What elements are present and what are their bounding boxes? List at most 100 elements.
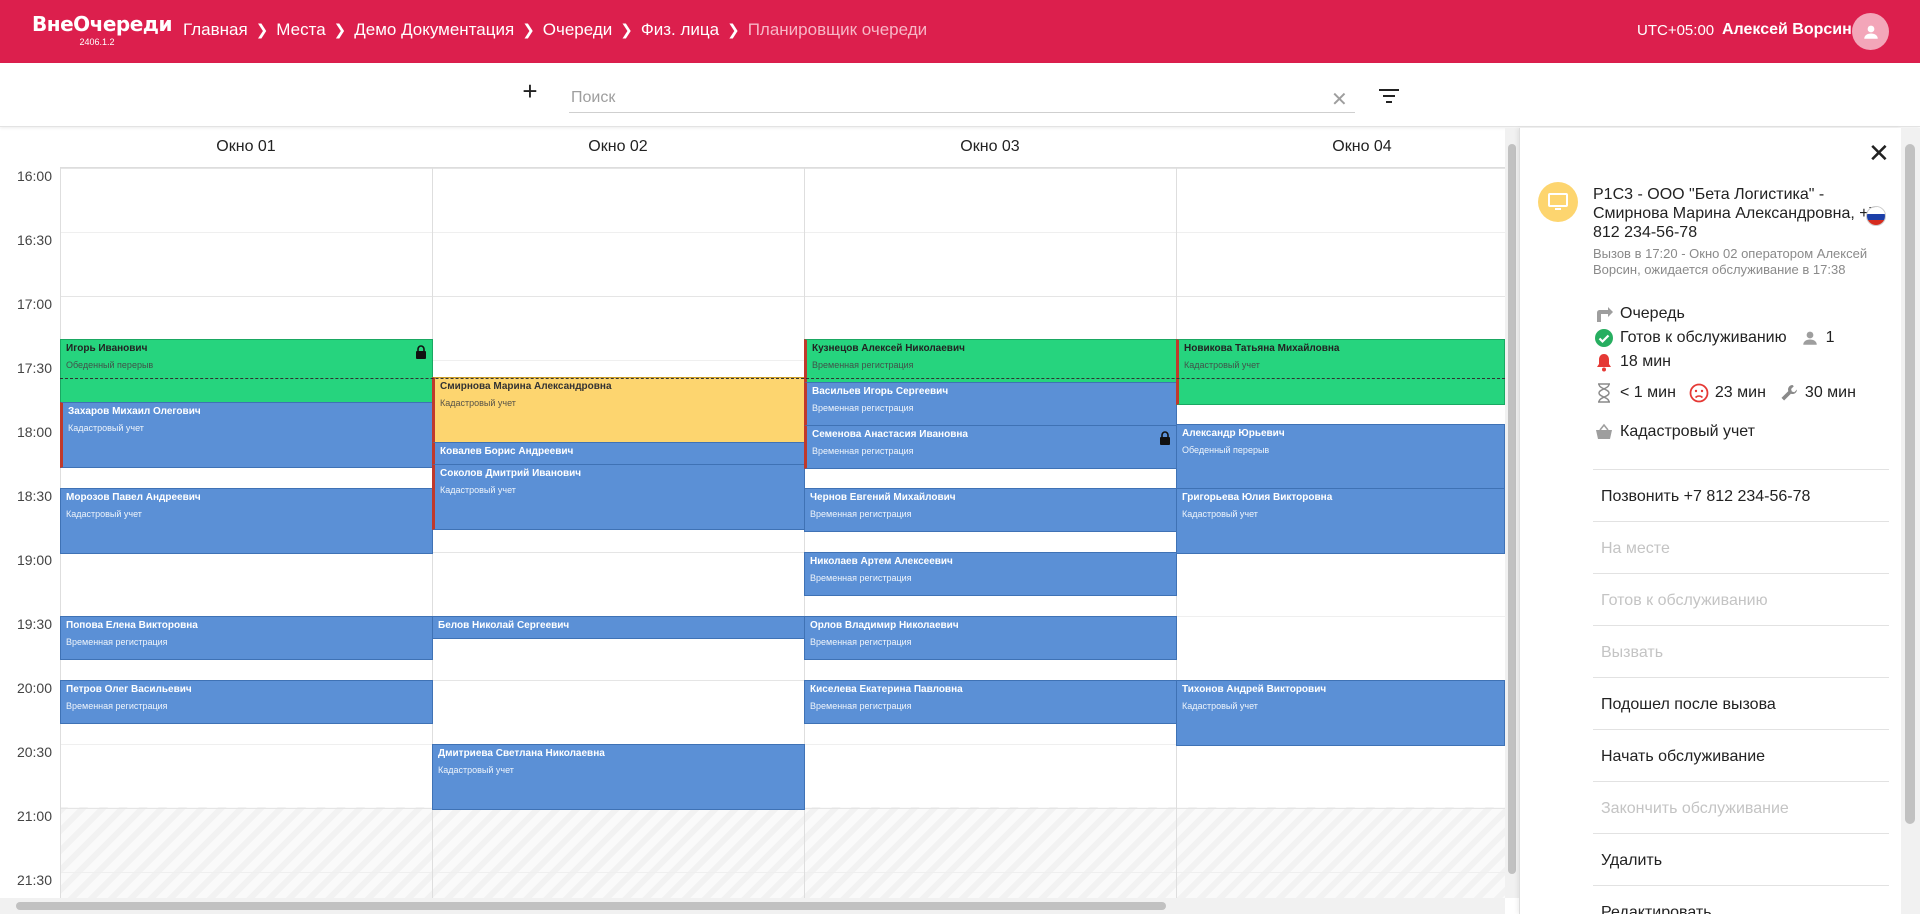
chevron-right-icon: ❯ bbox=[522, 22, 535, 39]
edit-action[interactable]: Редактировать bbox=[1601, 904, 1712, 914]
scrollbar-thumb[interactable] bbox=[1508, 144, 1516, 874]
grid-line bbox=[60, 168, 1505, 169]
scrollbar-thumb[interactable] bbox=[16, 902, 1166, 910]
queue-event[interactable]: Захаров Михаил Олегович Кадастровый учет bbox=[60, 402, 433, 468]
event-client-name: Игорь Иванович bbox=[66, 343, 148, 354]
breadcrumb-demo-docs[interactable]: Демо Документация bbox=[354, 20, 514, 40]
timezone-label[interactable]: UTC+05:00 bbox=[1637, 22, 1714, 39]
queue-event[interactable]: Попова Елена Викторовна Временная регист… bbox=[60, 616, 433, 660]
ticket-details-panel: ✕ P1C3 - ООО "Бета Логистика" - Смирнова… bbox=[1519, 128, 1901, 914]
on-site-action[interactable]: На месте bbox=[1601, 540, 1670, 558]
chevron-right-icon: ❯ bbox=[620, 22, 633, 39]
queue-event[interactable]: Григорьева Юлия Викторовна Кадастровый у… bbox=[1176, 488, 1505, 554]
queue-event[interactable]: Дмитриева Светлана Николаевна Кадастровы… bbox=[432, 744, 805, 810]
wait-time: 18 мин bbox=[1620, 353, 1672, 370]
event-client-name: Орлов Владимир Николаевич bbox=[810, 620, 959, 631]
basket-icon bbox=[1593, 421, 1615, 443]
time-label: 18:30 bbox=[16, 488, 52, 504]
queue-event[interactable]: Чернов Евгений Михайлович Временная реги… bbox=[804, 488, 1177, 532]
event-client-name: Тихонов Андрей Викторович bbox=[1182, 684, 1327, 695]
event-client-name: Григорьева Юлия Викторовна bbox=[1182, 492, 1333, 503]
breadcrumb-current: Планировщик очереди bbox=[747, 20, 928, 39]
event-client-name: Белов Николай Сергеевич bbox=[438, 620, 570, 631]
divider bbox=[1593, 469, 1889, 470]
grid-line bbox=[60, 872, 1505, 873]
search-input[interactable] bbox=[569, 83, 1355, 113]
queue-event[interactable]: Киселева Екатерина Павловна Временная ре… bbox=[804, 680, 1177, 724]
ready-action[interactable]: Готов к обслуживанию bbox=[1601, 592, 1768, 610]
event-service: Кадастровый учет bbox=[1184, 360, 1260, 370]
finish-service-action[interactable]: Закончить обслуживание bbox=[1601, 800, 1789, 818]
arrived-after-call-action[interactable]: Подошел после вызова bbox=[1601, 696, 1776, 714]
event-client-name: Ковалев Борис Андреевич bbox=[440, 446, 574, 457]
queue-label: Очередь bbox=[1620, 305, 1685, 322]
breadcrumb-individuals[interactable]: Физ. лица bbox=[641, 20, 719, 40]
service-row: Кадастровый учет bbox=[1593, 421, 1755, 443]
queue-event[interactable]: Белов Николай Сергеевич bbox=[432, 616, 805, 639]
wait-row: 18 мин bbox=[1593, 351, 1671, 373]
call-action[interactable]: Вызвать bbox=[1601, 644, 1663, 662]
divider bbox=[1593, 885, 1889, 886]
breadcrumb: Главная ❯ Места ❯ Демо Документация ❯ Оч… bbox=[183, 20, 927, 40]
time-label: 21:30 bbox=[16, 872, 52, 888]
close-icon[interactable]: ✕ bbox=[1331, 87, 1348, 112]
event-client-name: Николаев Артем Алексеевич bbox=[810, 556, 953, 567]
delete-action[interactable]: Удалить bbox=[1601, 852, 1662, 870]
queue-event[interactable]: Кузнецов Алексей Николаевич Временная ре… bbox=[804, 339, 1177, 383]
scheduler-vertical-scrollbar[interactable] bbox=[1505, 128, 1519, 898]
divider bbox=[1593, 521, 1889, 522]
breadcrumb-places[interactable]: Места bbox=[276, 20, 325, 40]
ticket-call-info: Вызов в 17:20 - Окно 02 оператором Алекс… bbox=[1593, 246, 1868, 277]
call-phone-action[interactable]: Позвонить +7 812 234-56-78 bbox=[1601, 488, 1810, 506]
queue-event[interactable]: Новикова Татьяна Михайловна Кадастровый … bbox=[1176, 339, 1505, 405]
event-client-name: Кузнецов Алексей Николаевич bbox=[812, 343, 965, 354]
queue-event[interactable]: Семенова Анастасия Ивановна Временная ре… bbox=[804, 425, 1177, 469]
queue-event[interactable]: Васильев Игорь Сергеевич Временная регис… bbox=[804, 382, 1177, 426]
queue-event[interactable]: Ковалев Борис Андреевич bbox=[432, 442, 805, 465]
queue-event[interactable]: Морозов Павел Андреевич Кадастровый учет bbox=[60, 488, 433, 554]
close-icon[interactable]: ✕ bbox=[1868, 138, 1890, 169]
avatar[interactable] bbox=[1852, 13, 1889, 50]
queue-event-selected[interactable]: Смирнова Марина Александровна Кадастровы… bbox=[432, 377, 805, 443]
queue-event[interactable]: Тихонов Андрей Викторович Кадастровый уч… bbox=[1176, 680, 1505, 746]
event-client-name: Дмитриева Светлана Николаевна bbox=[438, 748, 605, 759]
event-service: Кадастровый учет bbox=[68, 423, 144, 433]
grid-line bbox=[60, 296, 1505, 297]
event-client-name: Семенова Анастасия Ивановна bbox=[812, 429, 968, 440]
status-label: Готов к обслуживанию bbox=[1620, 329, 1787, 346]
logo[interactable]: ВнеОчереди 2406.1.2 bbox=[32, 12, 172, 47]
event-service: Временная регистрация bbox=[812, 360, 914, 370]
filter-icon[interactable] bbox=[1378, 87, 1400, 105]
lock-icon bbox=[416, 345, 426, 359]
app-version: 2406.1.2 bbox=[79, 37, 115, 47]
start-service-action[interactable]: Начать обслуживание bbox=[1601, 748, 1765, 766]
queue-scheduler: Окно 01 Окно 02 Окно 03 Окно 04 16:00 16… bbox=[0, 128, 1505, 914]
event-service: Кадастровый учет bbox=[438, 765, 514, 775]
queue-event[interactable]: Александр Юрьевич Обеденный перерыв bbox=[1176, 424, 1505, 490]
add-button[interactable]: + bbox=[518, 78, 542, 104]
queue-event[interactable]: Николаев Артем Алексеевич Временная реги… bbox=[804, 552, 1177, 596]
monitor-icon bbox=[1538, 182, 1578, 222]
time-label: 16:30 bbox=[16, 232, 52, 248]
divider bbox=[1593, 677, 1889, 678]
queue-event[interactable]: Игорь Иванович Обеденный перерыв bbox=[60, 339, 433, 403]
breadcrumb-queues[interactable]: Очереди bbox=[543, 20, 613, 40]
queue-event[interactable]: Петров Олег Васильевич Временная регистр… bbox=[60, 680, 433, 724]
panel-scrollbar[interactable] bbox=[1901, 128, 1920, 914]
event-client-name: Новикова Татьяна Михайловна bbox=[1184, 343, 1340, 354]
hourglass-icon bbox=[1593, 382, 1615, 404]
queue-row: Очередь bbox=[1593, 303, 1685, 325]
queue-event[interactable]: Соколов Дмитрий Иванович Кадастровый уче… bbox=[432, 464, 805, 530]
time-label: 16:00 bbox=[16, 168, 52, 184]
divider bbox=[1593, 833, 1889, 834]
breadcrumb-home[interactable]: Главная bbox=[183, 20, 248, 40]
queue-event[interactable]: Орлов Владимир Николаевич Временная реги… bbox=[804, 616, 1177, 660]
scheduler-horizontal-scrollbar[interactable] bbox=[0, 898, 1505, 914]
event-service: Кадастровый учет bbox=[1182, 509, 1258, 519]
event-client-name: Петров Олег Васильевич bbox=[66, 684, 192, 695]
scrollbar-thumb[interactable] bbox=[1905, 144, 1915, 824]
app-header: ВнеОчереди 2406.1.2 Главная ❯ Места ❯ Де… bbox=[0, 0, 1920, 63]
user-name[interactable]: Алексей Ворсин bbox=[1722, 21, 1852, 39]
timing-estimate: < 1 мин bbox=[1620, 384, 1676, 401]
bell-icon bbox=[1593, 351, 1615, 373]
